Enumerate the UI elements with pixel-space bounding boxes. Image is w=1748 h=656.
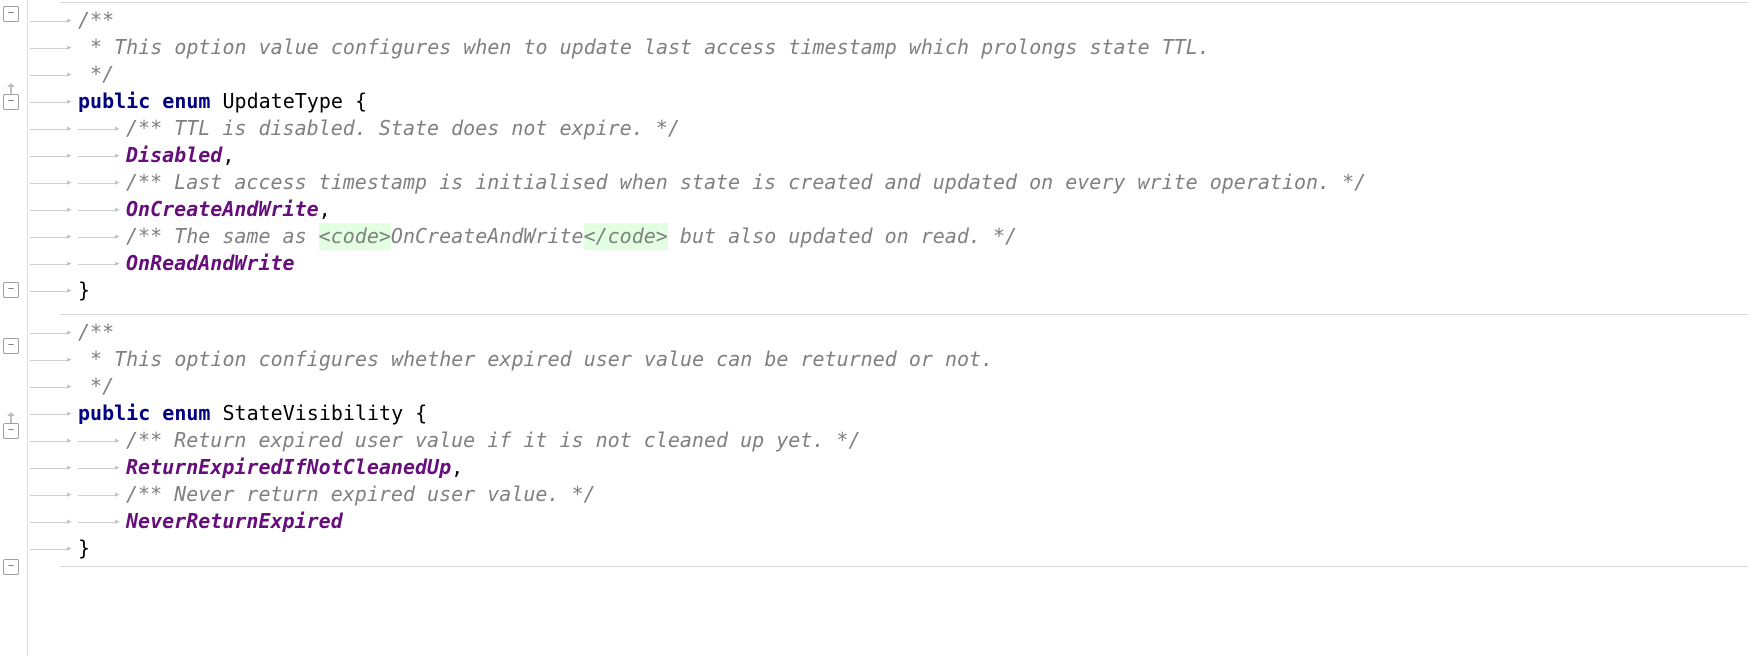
javadoc-inline: /** Never return expired user value. */ xyxy=(126,481,596,508)
code-line: ▸ ▸ NeverReturnExpired xyxy=(30,508,1748,535)
code-line: ▸ * This option value configures when to… xyxy=(30,34,1748,61)
comma: , xyxy=(451,454,463,481)
javadoc-inline: /** TTL is disabled. State does not expi… xyxy=(126,115,680,142)
enum-constant: OnReadAndWrite xyxy=(126,250,295,277)
code-line: ▸ ▸ OnCreateAndWrite, xyxy=(30,196,1748,223)
comma: , xyxy=(222,142,234,169)
keyword-public: public xyxy=(78,88,150,115)
code-tag-value: OnCreateAndWrite xyxy=(391,223,584,250)
keyword-enum: enum xyxy=(162,88,210,115)
code-editor: − − − − − − ▸ /** ▸ * This option value … xyxy=(0,0,1748,656)
code-line: ▸ /** xyxy=(30,319,1748,346)
code-line: ▸ ▸ /** Never return expired user value.… xyxy=(30,481,1748,508)
javadoc-inline: /** Last access timestamp is initialised… xyxy=(126,169,1366,196)
section-separator xyxy=(60,314,1748,315)
code-line: ▸ */ xyxy=(30,61,1748,88)
code-line: ▸ } xyxy=(30,535,1748,562)
code-line: ▸ public enum UpdateType { xyxy=(30,88,1748,115)
code-line: ▸ ▸ Disabled, xyxy=(30,142,1748,169)
enum-constant: NeverReturnExpired xyxy=(126,508,343,535)
javadoc-text: * This option configures whether expired… xyxy=(78,346,993,373)
code-tag-open: <code> xyxy=(319,223,391,250)
code-line: ▸ public enum StateVisibility { xyxy=(30,400,1748,427)
javadoc-close: */ xyxy=(78,373,114,400)
code-line: ▸ } xyxy=(30,277,1748,304)
code-line: ▸ */ xyxy=(30,373,1748,400)
fold-toggle-icon[interactable]: − xyxy=(3,282,19,298)
javadoc-inline-pre: /** The same as xyxy=(126,223,319,250)
javadoc-open: /** xyxy=(78,7,114,34)
code-line: ▸ ▸ /** Last access timestamp is initial… xyxy=(30,169,1748,196)
keyword-enum: enum xyxy=(162,400,210,427)
javadoc-inline-post: but also updated on read. */ xyxy=(668,223,1017,250)
fold-toggle-icon[interactable]: − xyxy=(3,6,19,22)
javadoc-text: * This option value configures when to u… xyxy=(78,34,1210,61)
open-brace: { xyxy=(403,400,427,427)
code-line: ▸ ▸ /** The same as <code>OnCreateAndWri… xyxy=(30,223,1748,250)
javadoc-open: /** xyxy=(78,319,114,346)
code-line: ▸ /** xyxy=(30,7,1748,34)
close-brace: } xyxy=(78,277,90,304)
section-separator xyxy=(60,566,1748,567)
fold-toggle-icon[interactable]: − xyxy=(3,423,19,439)
code-line: ▸ ▸ OnReadAndWrite xyxy=(30,250,1748,277)
override-marker-icon[interactable] xyxy=(3,77,19,93)
enum-constant: Disabled xyxy=(126,142,222,169)
code-content[interactable]: ▸ /** ▸ * This option value configures w… xyxy=(28,0,1748,656)
section-separator xyxy=(60,2,1748,3)
enum-constant: OnCreateAndWrite xyxy=(126,196,319,223)
javadoc-close: */ xyxy=(78,61,114,88)
fold-toggle-icon[interactable]: − xyxy=(3,338,19,354)
keyword-public: public xyxy=(78,400,150,427)
fold-toggle-icon[interactable]: − xyxy=(3,559,19,575)
code-line: ▸ ▸ /** TTL is disabled. State does not … xyxy=(30,115,1748,142)
code-tag-close: </code> xyxy=(584,223,668,250)
enum-constant: ReturnExpiredIfNotCleanedUp xyxy=(126,454,451,481)
open-brace: { xyxy=(343,88,367,115)
code-line: ▸ ▸ /** Return expired user value if it … xyxy=(30,427,1748,454)
fold-toggle-icon[interactable]: − xyxy=(3,94,19,110)
javadoc-inline: /** Return expired user value if it is n… xyxy=(126,427,861,454)
code-line: ▸ * This option configures whether expir… xyxy=(30,346,1748,373)
editor-gutter: − − − − − − xyxy=(0,0,28,656)
override-marker-icon[interactable] xyxy=(3,406,19,422)
comma: , xyxy=(319,196,331,223)
close-brace: } xyxy=(78,535,90,562)
type-name: UpdateType xyxy=(223,88,343,115)
type-name: StateVisibility xyxy=(223,400,404,427)
code-line: ▸ ▸ ReturnExpiredIfNotCleanedUp, xyxy=(30,454,1748,481)
